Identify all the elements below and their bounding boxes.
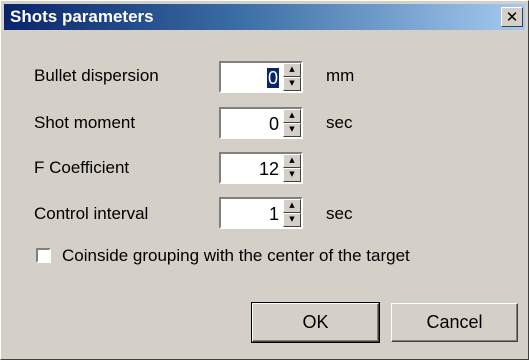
- bullet-dispersion-label: Bullet dispersion: [34, 66, 159, 85]
- coinside-grouping-label[interactable]: Coinside grouping with the center of the…: [62, 246, 410, 266]
- arrow-up-icon: ▲: [289, 65, 295, 73]
- title-bar[interactable]: Shots parameters ✕: [4, 4, 525, 30]
- spin-up-button[interactable]: ▲: [283, 154, 301, 168]
- f-coefficient-spinner[interactable]: 12 ▲ ▼: [219, 152, 303, 184]
- shot-moment-spinner[interactable]: 0 ▲ ▼: [219, 107, 303, 139]
- arrow-up-icon: ▲: [289, 156, 295, 164]
- bullet-dispersion-value[interactable]: 0: [266, 68, 279, 88]
- spin-up-button[interactable]: ▲: [283, 109, 301, 123]
- arrow-down-icon: ▼: [289, 79, 295, 87]
- control-interval-spinner[interactable]: 1 ▲ ▼: [219, 197, 303, 229]
- spin-buttons: ▲ ▼: [283, 63, 301, 91]
- f-coefficient-value[interactable]: 12: [259, 159, 279, 179]
- spin-buttons: ▲ ▼: [283, 154, 301, 182]
- close-button[interactable]: ✕: [501, 7, 523, 27]
- bullet-dispersion-spinner[interactable]: 0 ▲ ▼: [219, 61, 303, 93]
- cancel-button[interactable]: Cancel: [391, 303, 518, 342]
- shot-moment-value[interactable]: 0: [269, 114, 279, 134]
- arrow-down-icon: ▼: [289, 215, 295, 223]
- bullet-dispersion-unit: mm: [326, 66, 355, 85]
- arrow-up-icon: ▲: [289, 201, 295, 209]
- spin-down-button[interactable]: ▼: [283, 168, 301, 182]
- arrow-down-icon: ▼: [289, 125, 295, 133]
- shot-moment-unit: sec: [326, 113, 353, 132]
- control-interval-value[interactable]: 1: [269, 204, 279, 224]
- shots-parameters-dialog: Shots parameters ✕ Bullet dispersion 0 ▲…: [0, 0, 529, 360]
- spin-down-button[interactable]: ▼: [283, 213, 301, 227]
- coinside-grouping-checkbox[interactable]: [36, 248, 51, 263]
- spin-buttons: ▲ ▼: [283, 199, 301, 227]
- spin-buttons: ▲ ▼: [283, 109, 301, 137]
- dialog-title: Shots parameters: [10, 7, 154, 26]
- control-interval-unit: sec: [326, 204, 353, 223]
- f-coefficient-label: F Coefficient: [34, 158, 130, 177]
- shot-moment-label: Shot moment: [34, 113, 136, 132]
- arrow-down-icon: ▼: [289, 170, 295, 178]
- spin-up-button[interactable]: ▲: [283, 63, 301, 77]
- spin-down-button[interactable]: ▼: [283, 123, 301, 137]
- control-interval-label: Control interval: [34, 204, 149, 223]
- ok-button[interactable]: OK: [251, 302, 380, 343]
- arrow-up-icon: ▲: [289, 111, 295, 119]
- spin-up-button[interactable]: ▲: [283, 199, 301, 213]
- spin-down-button[interactable]: ▼: [283, 77, 301, 91]
- close-icon: ✕: [505, 8, 519, 26]
